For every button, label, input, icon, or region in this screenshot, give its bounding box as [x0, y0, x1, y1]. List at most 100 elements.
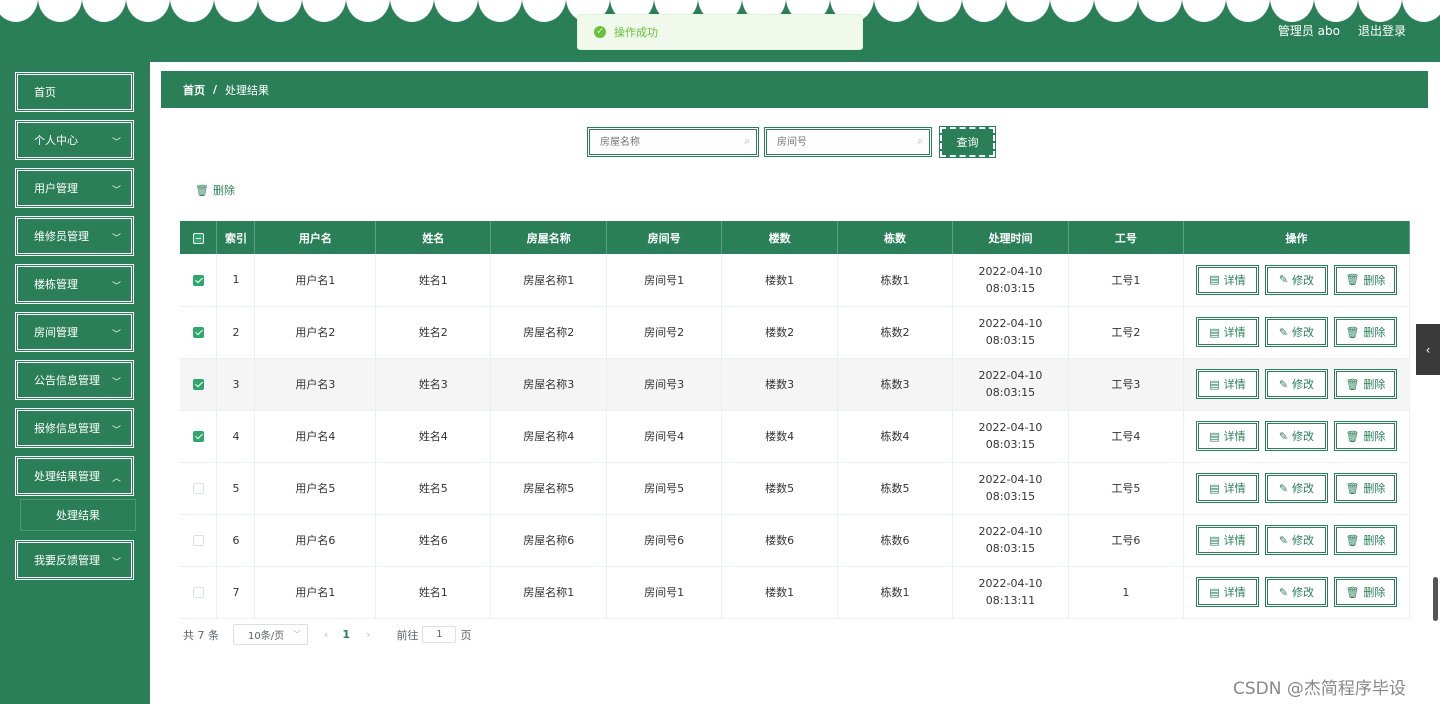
chevron-left-icon: ‹: [1425, 342, 1431, 357]
sidebar-item-feedback[interactable]: 我要反馈管理 ﹀: [15, 540, 134, 580]
page-size-select[interactable]: 10条/页 ﹀: [233, 624, 308, 645]
row-checkbox[interactable]: [192, 535, 204, 546]
col-header: 房间号: [606, 221, 723, 254]
sidebar-item-profile[interactable]: 个人中心 ﹀: [15, 120, 134, 160]
sidebar-item-label: 楼栋管理: [34, 278, 78, 291]
select-all-checkbox[interactable]: [192, 232, 204, 244]
edit-button[interactable]: ✎ 修改: [1264, 577, 1328, 607]
cell-floor: 楼数5: [721, 462, 839, 515]
sidebar-item-home[interactable]: 首页: [15, 72, 134, 112]
pencil-icon: ✎: [1278, 481, 1289, 495]
edit-label: 修改: [1292, 430, 1315, 443]
page-number-current[interactable]: 1: [342, 628, 350, 641]
cell-name: 姓名3: [375, 358, 492, 411]
chevron-down-icon: ﹀: [111, 558, 121, 568]
detail-label: 详情: [1223, 273, 1246, 287]
detail-label: 详情: [1223, 482, 1246, 495]
cell-actions: ▤ 详情 ✎ 修改 🗑 删除: [1183, 254, 1411, 307]
batch-delete-button[interactable]: 🗑 删除: [195, 182, 235, 198]
cell-user: 用户名5: [254, 462, 377, 515]
edit-button[interactable]: ✎ 修改: [1264, 473, 1328, 503]
sidebar-item-rooms[interactable]: 房间管理 ﹀: [15, 312, 134, 352]
breadcrumb-current: 处理结果: [225, 83, 270, 97]
chevron-down-icon: ﹀: [111, 234, 121, 244]
edit-label: 修改: [1292, 326, 1315, 339]
edit-button[interactable]: ✎ 修改: [1264, 421, 1328, 451]
row-checkbox[interactable]: [192, 379, 204, 390]
logout-link[interactable]: 退出登录: [1358, 22, 1406, 39]
cell-building: 栋数4: [837, 410, 953, 463]
admin-role-label: 管理员 abo: [1277, 24, 1340, 38]
scallop-shape: [1182, 0, 1226, 22]
sidebar-item-users[interactable]: 用户管理 ﹀: [15, 168, 134, 208]
delete-button[interactable]: 🗑 删除: [1333, 317, 1397, 347]
cell-actions: ▤ 详情 ✎ 修改 🗑 删除: [1183, 462, 1411, 515]
sidebar-item-repairs[interactable]: 报修信息管理 ﹀: [15, 408, 134, 448]
cell-time: 2022-04-10 08:03:15: [952, 410, 1069, 463]
delete-button[interactable]: 🗑 删除: [1333, 369, 1397, 399]
delete-button[interactable]: 🗑 删除: [1333, 264, 1397, 295]
edit-button[interactable]: ✎ 修改: [1264, 525, 1328, 555]
detail-label: 详情: [1223, 430, 1246, 443]
collapse-panel-tab[interactable]: ‹: [1416, 324, 1440, 375]
room-no-input[interactable]: [767, 130, 929, 154]
cell-name: 姓名5: [375, 462, 492, 515]
sidebar-subitem-results[interactable]: 处理结果: [20, 499, 136, 531]
detail-button[interactable]: ▤ 详情: [1195, 577, 1259, 607]
sidebar-item-label: 公告信息管理: [34, 374, 100, 387]
edit-button[interactable]: ✎ 修改: [1264, 369, 1328, 399]
row-checkbox[interactable]: [192, 274, 204, 286]
delete-button[interactable]: 🗑 删除: [1333, 473, 1397, 503]
cell-text: 2022-04-10 08:03:15: [978, 369, 1043, 399]
row-select-cell[interactable]: [180, 566, 218, 619]
row-select-cell[interactable]: [180, 462, 218, 515]
row-select-cell[interactable]: [180, 410, 218, 463]
chevron-down-icon: ﹀: [111, 138, 121, 148]
breadcrumb-home[interactable]: 首页: [183, 82, 205, 98]
goto-page-input[interactable]: 1: [422, 626, 457, 643]
row-checkbox[interactable]: [192, 431, 204, 442]
cell-actions: ▤ 详情 ✎ 修改 🗑 删除: [1183, 566, 1411, 619]
cell-building: 栋数5: [837, 462, 953, 515]
delete-button[interactable]: 🗑 删除: [1333, 525, 1397, 555]
sidebar-item-label: 报修信息管理: [34, 422, 100, 435]
col-header: 用户名: [254, 221, 377, 254]
delete-label: 删除: [1363, 430, 1386, 443]
table-row: 7 用户名1 姓名1 房屋名称1 房间号1 楼数1 栋数1 2022-04-10 08:13:…: [180, 566, 1411, 619]
row-checkbox[interactable]: [192, 587, 204, 598]
table-row: 1 用户名1 姓名1 房屋名称1 房间号1 楼数1 栋数1 2022-04-10 08:03:…: [180, 254, 1411, 307]
sidebar-item-repairmen[interactable]: 维修员管理 ﹀: [15, 216, 134, 256]
results-table: 索引 用户名 姓名 房屋名称 房间号 楼数 栋数 处理时间 工号 操作 1 用户名…: [180, 221, 1411, 619]
detail-button[interactable]: ▤ 详情: [1195, 525, 1259, 555]
row-checkbox[interactable]: [192, 327, 204, 338]
row-select-cell[interactable]: [180, 254, 218, 307]
detail-button[interactable]: ▤ 详情: [1195, 369, 1259, 399]
detail-button[interactable]: ▤ 详情: [1195, 264, 1259, 295]
cell-house: 房屋名称4: [490, 410, 608, 463]
row-checkbox[interactable]: [192, 483, 204, 494]
cell-no: 工号5: [1068, 462, 1184, 515]
edit-button[interactable]: ✎ 修改: [1264, 317, 1328, 347]
sidebar-item-buildings[interactable]: 楼栋管理 ﹀: [15, 264, 134, 304]
cell-user: 用户名6: [254, 514, 377, 567]
prev-page-button[interactable]: ‹: [324, 628, 328, 641]
scallop-shape: [126, 0, 170, 22]
row-select-cell[interactable]: [180, 358, 218, 411]
trash-icon: 🗑: [1345, 377, 1360, 391]
row-select-cell[interactable]: [180, 514, 218, 567]
page-scrollbar[interactable]: [1433, 577, 1438, 621]
detail-button[interactable]: ▤ 详情: [1195, 473, 1259, 503]
detail-button[interactable]: ▤ 详情: [1195, 421, 1259, 451]
cell-time: 2022-04-10 08:03:15: [952, 462, 1069, 515]
row-select-cell[interactable]: [180, 306, 218, 359]
edit-button[interactable]: ✎ 修改: [1264, 264, 1328, 295]
query-button[interactable]: 查询: [939, 126, 996, 158]
sidebar-item-notices[interactable]: 公告信息管理 ﹀: [15, 360, 134, 400]
delete-button[interactable]: 🗑 删除: [1333, 421, 1397, 451]
room-name-input[interactable]: [590, 130, 756, 154]
delete-button[interactable]: 🗑 删除: [1333, 577, 1397, 607]
next-page-button[interactable]: ›: [366, 628, 370, 641]
select-all-header[interactable]: [180, 221, 218, 254]
detail-button[interactable]: ▤ 详情: [1195, 317, 1259, 347]
sidebar-item-results[interactable]: 处理结果管理 ︿: [15, 456, 134, 496]
